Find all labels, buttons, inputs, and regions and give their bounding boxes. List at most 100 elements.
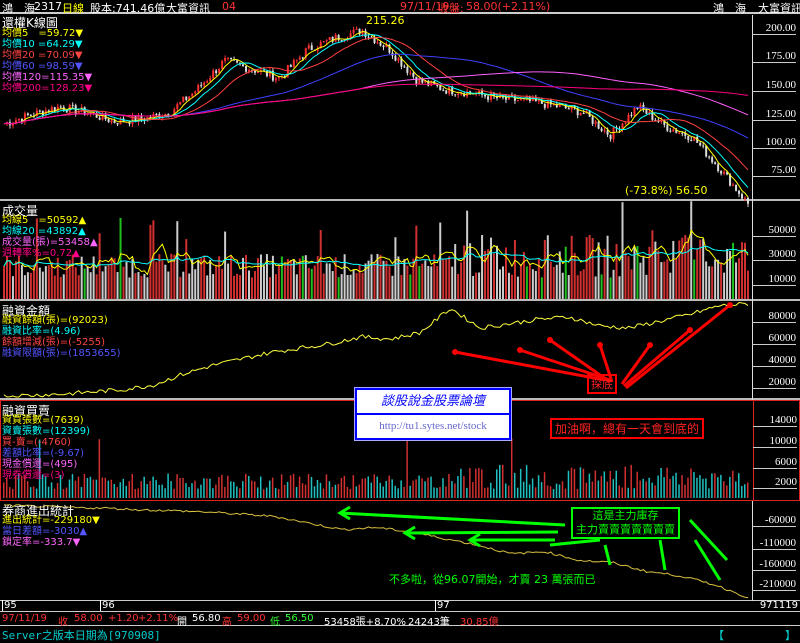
forum-url[interactable]: http://tu1.sytes.net/stock bbox=[357, 415, 509, 437]
info-amount: 30.85億 bbox=[460, 617, 499, 628]
candle-body bbox=[107, 119, 110, 123]
trade-bar bbox=[92, 479, 95, 498]
volume-bar bbox=[379, 254, 382, 299]
volume-bar bbox=[717, 259, 720, 299]
trade-bar bbox=[469, 468, 471, 498]
trade-bar bbox=[289, 475, 292, 498]
trade-bar bbox=[358, 484, 361, 498]
candle-body bbox=[71, 104, 74, 106]
volume-bar bbox=[161, 260, 164, 299]
volume-bar bbox=[436, 266, 439, 299]
volume-bar bbox=[3, 266, 5, 299]
trade-bar bbox=[80, 487, 83, 498]
trade-bar bbox=[230, 481, 232, 498]
volume-bar bbox=[206, 275, 209, 299]
volume-bar bbox=[493, 253, 496, 299]
candle-body bbox=[579, 113, 582, 116]
info-low: 56.50 bbox=[285, 613, 314, 624]
candle-body bbox=[708, 156, 711, 158]
volume-bar bbox=[328, 263, 331, 299]
volume-bar bbox=[325, 263, 328, 299]
volume-bar bbox=[540, 277, 543, 299]
x-axis: 95 96 97 971119 bbox=[0, 600, 800, 612]
volume-bar bbox=[382, 260, 385, 299]
candle-body bbox=[274, 78, 277, 81]
volume-bar bbox=[53, 275, 56, 299]
trade-bar bbox=[663, 477, 665, 498]
volume-bar bbox=[519, 264, 522, 299]
volume-bar bbox=[567, 275, 570, 299]
volume-bar bbox=[289, 260, 292, 299]
tick: 30000 bbox=[752, 248, 796, 261]
low-label: (-73.8%) 56.50 bbox=[625, 184, 708, 197]
trade-bar bbox=[340, 477, 343, 498]
info-open-label: 開 bbox=[177, 617, 187, 628]
volume-axis: 50000 30000 10000 bbox=[752, 201, 800, 301]
red-arrow-head bbox=[517, 347, 523, 353]
volume-bar bbox=[735, 262, 738, 299]
candle-body bbox=[669, 130, 672, 132]
volume-bar bbox=[361, 272, 364, 299]
trade-bar bbox=[741, 486, 743, 498]
trade-bar bbox=[292, 473, 295, 498]
trade-bar bbox=[421, 478, 423, 498]
broker-axis: -60000 -110000 -160000 -210000 bbox=[752, 501, 800, 601]
trade-bar bbox=[56, 483, 59, 498]
trade-bar bbox=[457, 476, 459, 498]
trade-bar bbox=[672, 475, 674, 498]
volume-bar bbox=[164, 264, 167, 299]
volume-bar bbox=[555, 264, 558, 299]
forum-banner[interactable]: 談股說金股票論壇 http://tu1.sytes.net/stock bbox=[354, 387, 512, 441]
candle-body bbox=[687, 135, 690, 140]
red-arrow-head bbox=[547, 337, 553, 343]
trade-bar bbox=[472, 482, 474, 498]
candle-body bbox=[633, 107, 636, 116]
trade-bar bbox=[576, 489, 579, 498]
trade-bar bbox=[579, 467, 582, 498]
candle-body bbox=[337, 34, 340, 41]
trade-bar bbox=[531, 478, 534, 498]
candle-body bbox=[292, 60, 295, 67]
trade-bar bbox=[732, 470, 734, 498]
trade-bar bbox=[116, 487, 119, 498]
trade-bar bbox=[534, 487, 537, 498]
candle-body bbox=[224, 58, 227, 62]
green-arrow bbox=[339, 511, 566, 527]
volume-bar bbox=[490, 237, 493, 299]
volume-bar bbox=[690, 201, 693, 299]
volume-bar bbox=[531, 269, 534, 299]
volume-bar bbox=[537, 258, 540, 299]
volume-bar bbox=[687, 237, 690, 299]
tick: 2000 bbox=[753, 476, 797, 489]
trade-bar bbox=[445, 486, 447, 498]
candle-body bbox=[403, 66, 406, 68]
volume-bar bbox=[543, 239, 546, 299]
trade-bar bbox=[552, 489, 555, 498]
volume-bar bbox=[501, 266, 504, 299]
candle-body bbox=[194, 91, 197, 94]
volume-bar bbox=[38, 267, 41, 299]
candle-body bbox=[519, 98, 522, 101]
trade-bar bbox=[513, 472, 516, 498]
trade-bar bbox=[519, 468, 522, 498]
volume-bar bbox=[307, 267, 310, 299]
volume-bar bbox=[337, 277, 340, 299]
trade-bar bbox=[170, 481, 172, 498]
volume-bar bbox=[439, 222, 442, 299]
volume-bar bbox=[209, 259, 212, 299]
volume-bar bbox=[507, 272, 510, 299]
info-high: 59.00 bbox=[237, 613, 266, 624]
trade-bar bbox=[430, 476, 432, 498]
volume-bar bbox=[182, 271, 185, 299]
candle-body bbox=[744, 197, 747, 199]
tick: 60000 bbox=[752, 332, 796, 345]
volume-bar bbox=[280, 256, 283, 299]
trade-bar bbox=[203, 478, 205, 498]
trade-bar bbox=[376, 476, 378, 498]
volume-bar bbox=[427, 265, 430, 299]
trade-bar bbox=[35, 488, 38, 498]
trade-bar bbox=[310, 476, 313, 498]
trade-bar bbox=[304, 484, 307, 498]
inventory-line1: 這是主力庫存 bbox=[592, 509, 659, 522]
ma60-line bbox=[3, 53, 749, 139]
